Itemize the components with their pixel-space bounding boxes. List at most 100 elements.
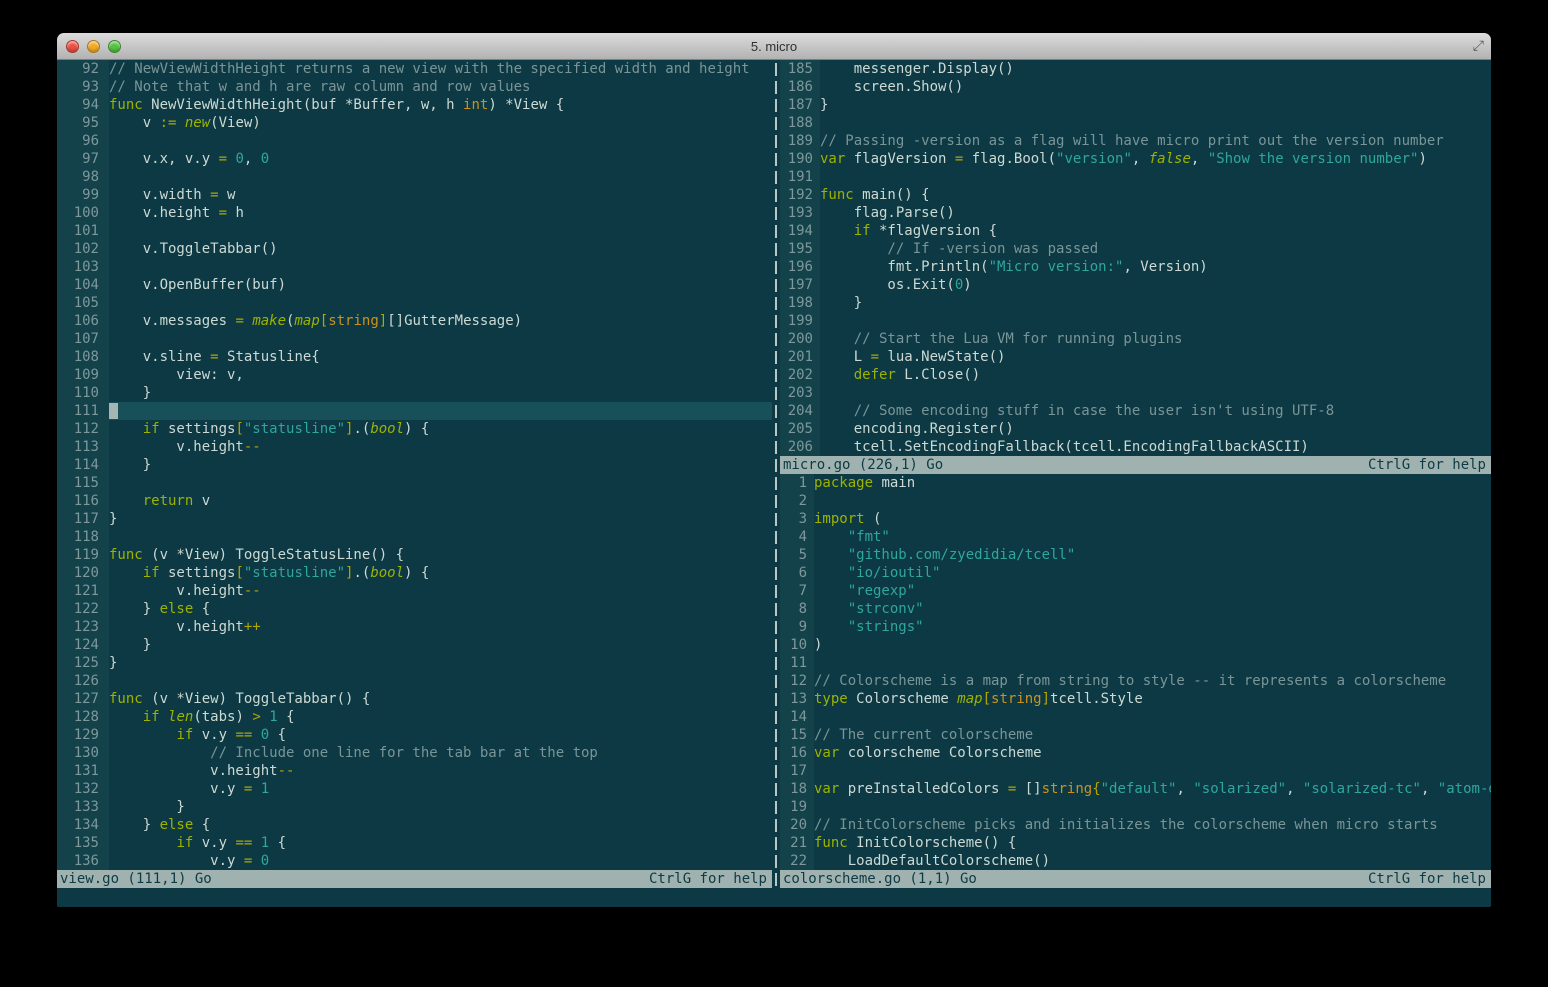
code-text[interactable]: type Colorscheme map[string]tcell.Style	[814, 690, 1491, 708]
code-text[interactable]: }	[109, 654, 772, 672]
code-line[interactable]: 107	[57, 330, 772, 348]
code-text[interactable]	[109, 258, 772, 276]
code-line[interactable]: 133 }	[57, 798, 772, 816]
code-text[interactable]: }	[820, 294, 1491, 312]
code-line[interactable]: 106 v.messages = make(map[string][]Gutte…	[57, 312, 772, 330]
code-line[interactable]: 93// Note that w and h are raw column an…	[57, 78, 772, 96]
code-line[interactable]: 21 func InitColorscheme() {	[780, 834, 1491, 852]
code-text[interactable]	[820, 312, 1491, 330]
code-text[interactable]: var preInstalledColors = []string{"defau…	[814, 780, 1491, 798]
code-line[interactable]: 111	[57, 402, 772, 420]
resize-icon[interactable]: ⤢	[1473, 38, 1484, 54]
code-text[interactable]: }	[109, 798, 772, 816]
code-line[interactable]: 120 if settings["statusline"].(bool) {	[57, 564, 772, 582]
code-text[interactable]: tcell.SetEncodingFallback(tcell.Encoding…	[820, 438, 1491, 456]
code-text[interactable]: v.height--	[109, 582, 772, 600]
code-text[interactable]: // The current colorscheme	[814, 726, 1491, 744]
code-line[interactable]: 201 L = lua.NewState()	[780, 348, 1491, 366]
code-text[interactable]: messenger.Display()	[820, 60, 1491, 78]
code-text[interactable]: if settings["statusline"].(bool) {	[109, 564, 772, 582]
editor-pane-view-go[interactable]: 92// NewViewWidthHeight returns a new vi…	[57, 60, 772, 870]
code-line[interactable]: 132 v.y = 1	[57, 780, 772, 798]
code-text[interactable]: package main	[814, 474, 1491, 492]
code-line[interactable]: 193 flag.Parse()	[780, 204, 1491, 222]
code-text[interactable]	[109, 330, 772, 348]
code-text[interactable]	[109, 402, 772, 420]
code-text[interactable]: // Colorscheme is a map from string to s…	[814, 672, 1491, 690]
code-line[interactable]: 202 defer L.Close()	[780, 366, 1491, 384]
code-line[interactable]: 20// InitColorscheme picks and initializ…	[780, 816, 1491, 834]
code-line[interactable]: 116 return v	[57, 492, 772, 510]
editor-pane-colorscheme-go[interactable]: 1 package main 2 3 import (4 "fmt" 5 "github.…	[780, 474, 1491, 870]
code-line[interactable]: 186 screen.Show()	[780, 78, 1491, 96]
code-line[interactable]: 189// Passing -version as a flag will ha…	[780, 132, 1491, 150]
code-text[interactable]: func NewViewWidthHeight(buf *Buffer, w, …	[109, 96, 772, 114]
code-text[interactable]: } else {	[109, 816, 772, 834]
code-line[interactable]: 130 // Include one line for the tab bar …	[57, 744, 772, 762]
code-line[interactable]: 9 "strings"	[780, 618, 1491, 636]
code-line[interactable]: 1 package main	[780, 474, 1491, 492]
code-line[interactable]: 125}	[57, 654, 772, 672]
code-text[interactable]: v.messages = make(map[string][]GutterMes…	[109, 312, 772, 330]
code-text[interactable]: "github.com/zyedidia/tcell"	[814, 546, 1491, 564]
code-text[interactable]: // Start the Lua VM for running plugins	[820, 330, 1491, 348]
code-text[interactable]: v.ToggleTabbar()	[109, 240, 772, 258]
code-text[interactable]: "regexp"	[814, 582, 1491, 600]
code-line[interactable]: 2	[780, 492, 1491, 510]
code-line[interactable]: 5 "github.com/zyedidia/tcell"	[780, 546, 1491, 564]
code-text[interactable]	[820, 168, 1491, 186]
code-line[interactable]: 22 LoadDefaultColorscheme()	[780, 852, 1491, 870]
code-line[interactable]: 14	[780, 708, 1491, 726]
code-text[interactable]: } else {	[109, 600, 772, 618]
code-line[interactable]: 97 v.x, v.y = 0, 0	[57, 150, 772, 168]
code-text[interactable]: v.height--	[109, 762, 772, 780]
code-text[interactable]: // InitColorscheme picks and initializes…	[814, 816, 1491, 834]
code-text[interactable]: }	[109, 636, 772, 654]
code-text[interactable]: "strconv"	[814, 600, 1491, 618]
code-text[interactable]	[814, 492, 1491, 510]
code-text[interactable]: var colorscheme Colorscheme	[814, 744, 1491, 762]
code-text[interactable]: if v.y == 1 {	[109, 834, 772, 852]
code-text[interactable]	[109, 672, 772, 690]
code-line[interactable]: 101	[57, 222, 772, 240]
code-text[interactable]: L = lua.NewState()	[820, 348, 1491, 366]
code-text[interactable]: // If -version was passed	[820, 240, 1491, 258]
code-text[interactable]: )	[814, 636, 1491, 654]
code-text[interactable]: v.height = h	[109, 204, 772, 222]
code-line[interactable]: 18 var preInstalledColors = []string{"def…	[780, 780, 1491, 798]
code-line[interactable]: 92// NewViewWidthHeight returns a new vi…	[57, 60, 772, 78]
code-text[interactable]: flag.Parse()	[820, 204, 1491, 222]
code-text[interactable]: }	[109, 456, 772, 474]
code-line[interactable]: 203	[780, 384, 1491, 402]
code-line[interactable]: 95 v := new(View)	[57, 114, 772, 132]
code-text[interactable]: encoding.Register()	[820, 420, 1491, 438]
code-text[interactable]	[814, 708, 1491, 726]
code-text[interactable]: "strings"	[814, 618, 1491, 636]
code-text[interactable]: }	[820, 96, 1491, 114]
code-text[interactable]: if settings["statusline"].(bool) {	[109, 420, 772, 438]
code-line[interactable]: 103	[57, 258, 772, 276]
code-text[interactable]: if *flagVersion {	[820, 222, 1491, 240]
code-text[interactable]: // Note that w and h are raw column and …	[109, 78, 772, 96]
code-line[interactable]: 121 v.height--	[57, 582, 772, 600]
code-line[interactable]: 192 func main() {	[780, 186, 1491, 204]
code-text[interactable]: LoadDefaultColorscheme()	[814, 852, 1491, 870]
code-line[interactable]: 126	[57, 672, 772, 690]
code-text[interactable]: "fmt"	[814, 528, 1491, 546]
code-line[interactable]: 205 encoding.Register()	[780, 420, 1491, 438]
code-line[interactable]: 195 // If -version was passed	[780, 240, 1491, 258]
code-line[interactable]: 129 if v.y == 0 {	[57, 726, 772, 744]
code-text[interactable]	[109, 222, 772, 240]
code-text[interactable]: v := new(View)	[109, 114, 772, 132]
code-text[interactable]: os.Exit(0)	[820, 276, 1491, 294]
code-line[interactable]: 190 var flagVersion = flag.Bool("version"…	[780, 150, 1491, 168]
code-line[interactable]: 3 import (	[780, 510, 1491, 528]
code-text[interactable]: "io/ioutil"	[814, 564, 1491, 582]
code-line[interactable]: 96	[57, 132, 772, 150]
code-line[interactable]: 124 }	[57, 636, 772, 654]
code-line[interactable]: 99 v.width = w	[57, 186, 772, 204]
code-text[interactable]: defer L.Close()	[820, 366, 1491, 384]
code-line[interactable]: 7 "regexp"	[780, 582, 1491, 600]
code-line[interactable]: 117}	[57, 510, 772, 528]
code-text[interactable]: var flagVersion = flag.Bool("version", f…	[820, 150, 1491, 168]
